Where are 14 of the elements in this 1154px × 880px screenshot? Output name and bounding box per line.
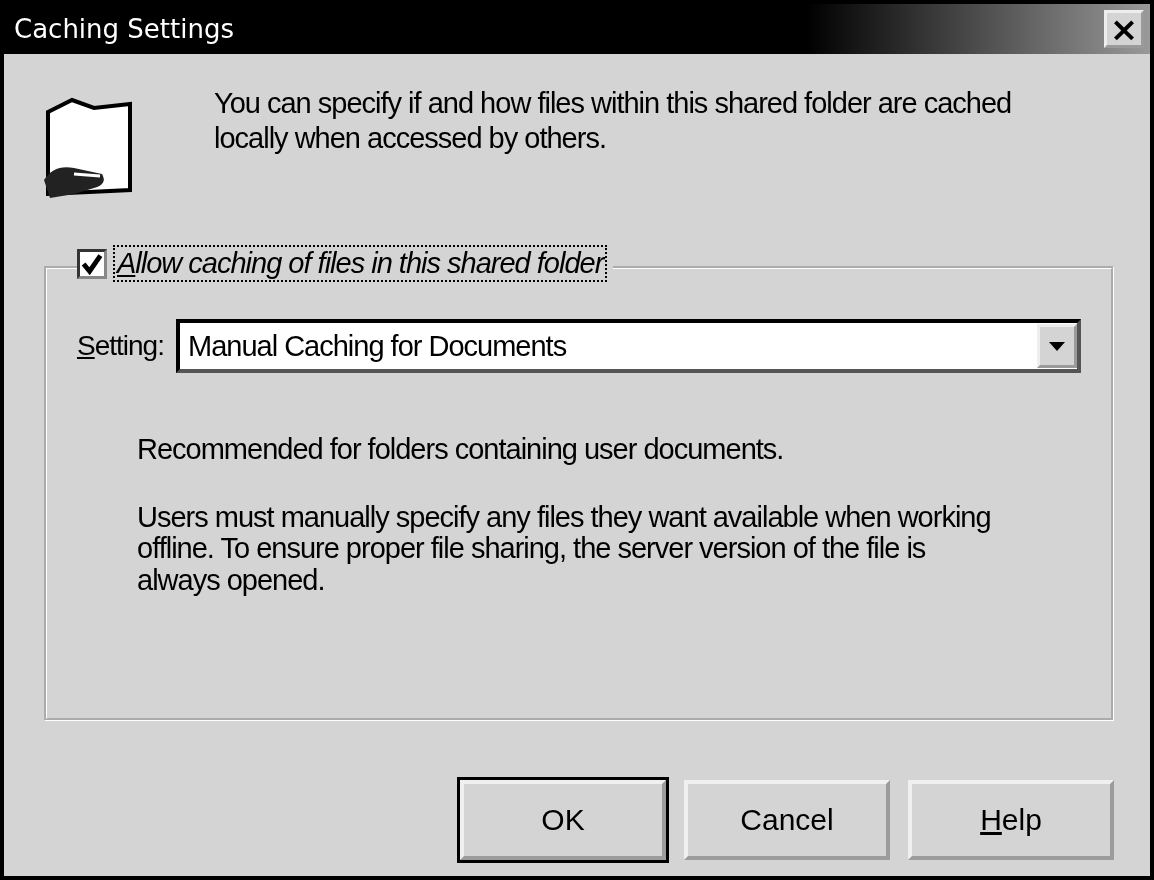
- setting-dropdown[interactable]: Manual Caching for Documents: [175, 319, 1081, 373]
- check-icon: [80, 251, 104, 276]
- intro-text: You can specify if and how files within this shared folder are cached locally when accessed by others.: [214, 86, 1013, 156]
- dialog-button[interactable]: Help: [908, 780, 1114, 860]
- caret-icon: [1047, 340, 1067, 352]
- setting-label: Setting:: [77, 330, 164, 362]
- window-title: Caching Settings: [14, 14, 234, 44]
- description-text: Users must manually specify any files they want available when working offline. To ensure proper file sharing, the server version of the file is always opened.: [137, 502, 992, 596]
- checkbox[interactable]: [77, 248, 107, 279]
- dialog-button[interactable]: Cancel: [684, 780, 890, 860]
- dropdown-button[interactable]: [1037, 324, 1077, 368]
- close-button[interactable]: ×: [1104, 10, 1144, 48]
- recommendation-text: Recommended for folders containing user documents.: [137, 433, 785, 466]
- dialog-button[interactable]: OK: [460, 780, 666, 860]
